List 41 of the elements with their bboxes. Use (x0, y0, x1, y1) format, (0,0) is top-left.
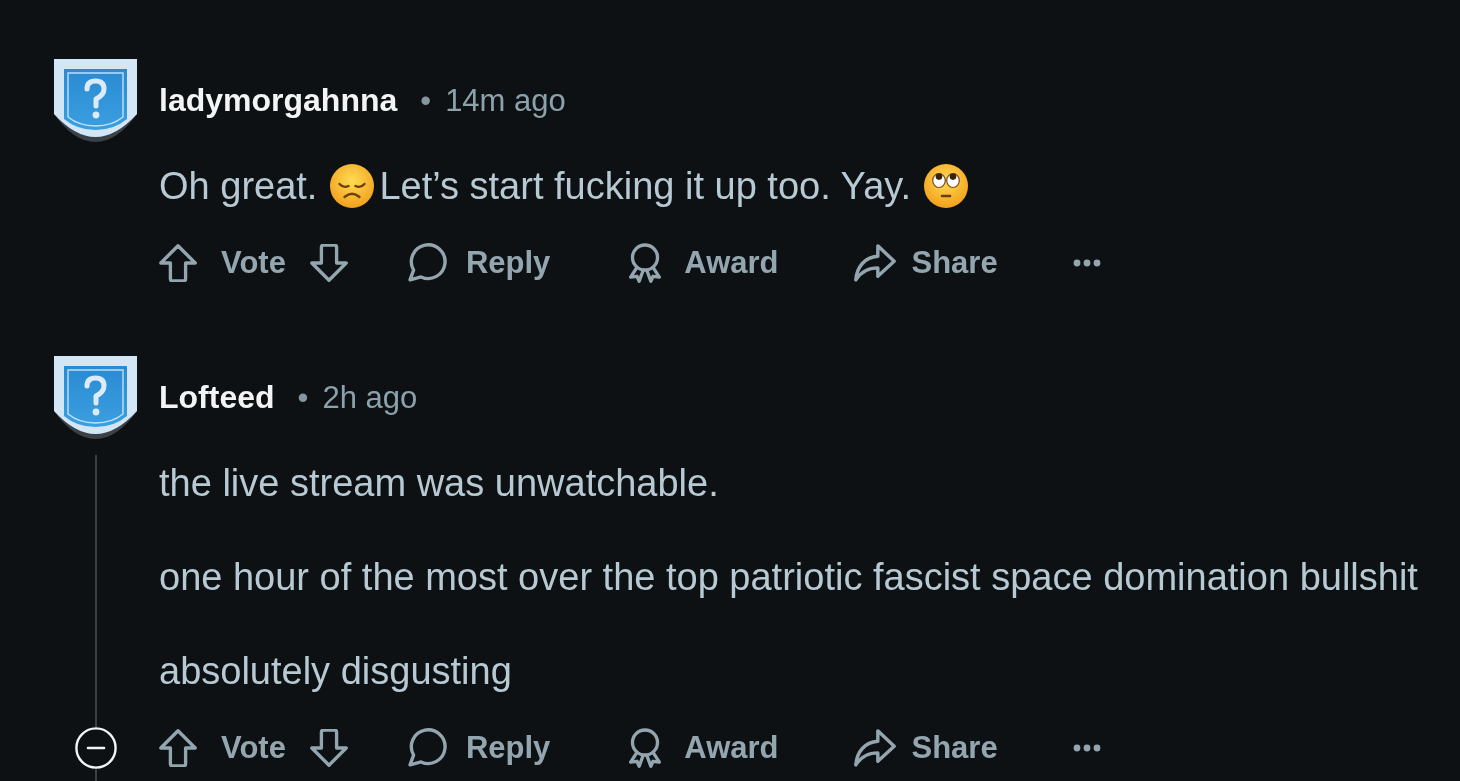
share-button[interactable]: Share (853, 241, 998, 285)
comment-text: absolutely disgusting (159, 649, 512, 694)
separator-dot: • (420, 82, 432, 119)
speech-bubble-icon (407, 728, 448, 768)
award-button[interactable]: Award (625, 241, 779, 285)
share-button[interactable]: Share (853, 726, 998, 770)
speech-bubble-icon (407, 243, 448, 283)
comment-text: Let’s start fucking it up too. Yay. (379, 164, 911, 209)
curved-arrow-icon (853, 244, 896, 282)
arrow-up-icon (159, 244, 197, 282)
avatar-icon (54, 356, 137, 439)
comment-text: one hour of the most over the top patriotic fascist space domination bullshit (159, 555, 1418, 600)
award-button[interactable]: Award (625, 726, 779, 770)
reply-button[interactable]: Reply (407, 726, 551, 770)
username[interactable]: ladymorgahnna (159, 82, 398, 119)
avatar-icon (54, 59, 137, 142)
eye-roll-face-icon (924, 164, 968, 208)
upvote-button[interactable] (159, 244, 197, 282)
timestamp: 14m ago (445, 82, 566, 119)
more-button[interactable] (1072, 744, 1101, 752)
timestamp: 2h ago (322, 379, 418, 416)
vote-label: Vote (221, 729, 286, 767)
separator-dot: • (297, 379, 309, 416)
sad-face-icon (330, 164, 375, 208)
ellipsis-icon (1072, 744, 1101, 752)
comment-text: the live stream was unwatchable. (159, 461, 719, 506)
minus-circle-icon (74, 727, 117, 769)
ellipsis-icon (1072, 259, 1101, 267)
collapse-button[interactable] (74, 727, 117, 769)
reply-button[interactable]: Reply (407, 241, 551, 285)
comment-text: Oh great. (159, 164, 318, 209)
curved-arrow-icon (853, 729, 896, 767)
downvote-button[interactable] (309, 729, 348, 767)
upvote-button[interactable] (159, 729, 197, 767)
arrow-down-icon (309, 729, 348, 767)
username[interactable]: Lofteed (159, 379, 275, 416)
arrow-down-icon (309, 244, 348, 282)
vote-label: Vote (221, 244, 286, 282)
more-button[interactable] (1072, 259, 1101, 267)
arrow-up-icon (159, 729, 197, 767)
downvote-button[interactable] (309, 244, 348, 282)
